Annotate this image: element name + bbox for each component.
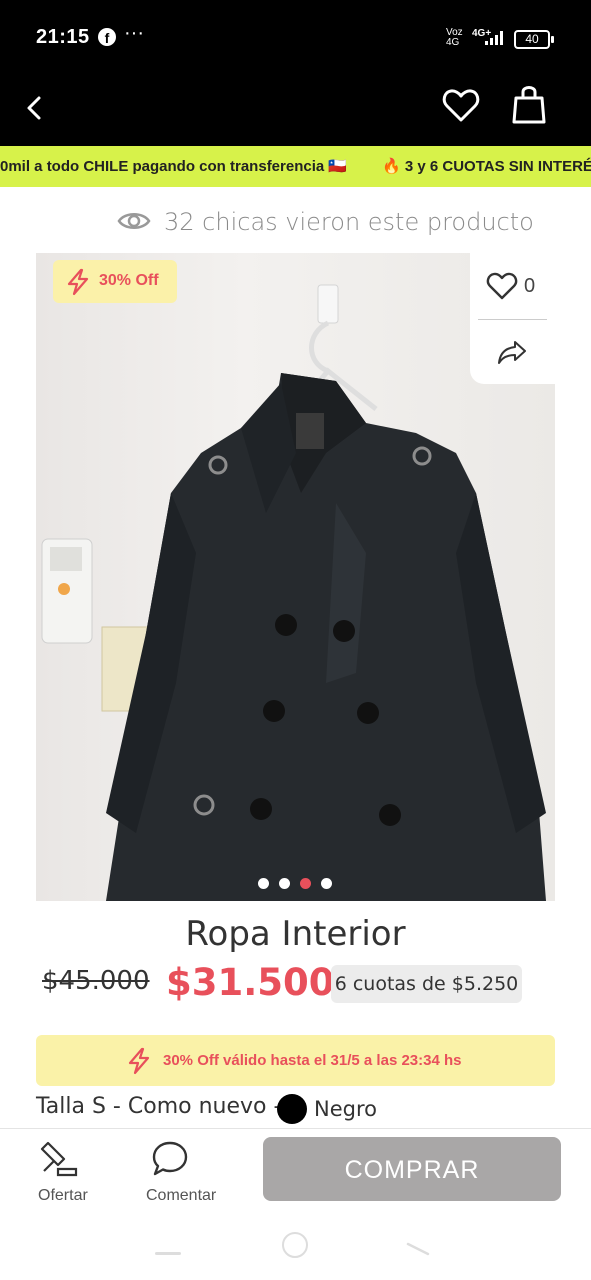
promo-marquee: 0mil a todo CHILE pagando con transferen… (0, 146, 591, 187)
promo-validity-text: 30% Off válido hasta el 31/5 a las 23:34… (163, 1052, 462, 1069)
product-title: Ropa Interior (185, 914, 406, 954)
favorite-heart-icon[interactable] (441, 86, 481, 126)
promo-message-installments: 🔥 3 y 6 CUOTAS SIN INTERÉS (382, 158, 591, 175)
status-bar: 21:15 f ··· Voz 4G 4G+ 40 (0, 0, 591, 72)
discount-badge: 30% Off (53, 260, 177, 303)
top-nav (0, 72, 591, 146)
shopping-bag-icon[interactable] (510, 82, 548, 126)
status-more-dots: ··· (124, 22, 144, 44)
offer-button[interactable]: Ofertar (30, 1137, 100, 1207)
like-heart-icon[interactable] (486, 271, 518, 301)
promo-validity-strip: 30% Off válido hasta el 31/5 a las 23:34… (36, 1035, 555, 1086)
chat-bubble-icon (152, 1141, 188, 1176)
status-time: 21:15 (36, 26, 90, 48)
battery-icon: 40 (514, 30, 554, 49)
carousel-dot-active[interactable] (300, 878, 311, 889)
lightning-icon (128, 1047, 150, 1075)
comment-button[interactable]: Comentar (140, 1137, 224, 1207)
back-arrow-icon[interactable] (22, 90, 48, 126)
gavel-icon (40, 1141, 78, 1177)
like-count: 0 (524, 275, 536, 297)
sale-price: $31.500 (166, 961, 335, 1004)
facebook-icon: f (98, 28, 116, 46)
carousel-dot[interactable] (321, 878, 332, 889)
viewers-row: 32 chicas vieron este producto (0, 203, 591, 243)
carousel-dot[interactable] (279, 878, 290, 889)
discount-badge-text: 30% Off (99, 272, 159, 289)
signal-icon (485, 31, 503, 45)
color-name: Negro (314, 1097, 377, 1121)
comment-label: Comentar (146, 1187, 217, 1204)
installments-badge: 6 cuotas de $5.250 (331, 965, 522, 1003)
eye-icon (117, 213, 151, 229)
viewers-text: 32 chicas vieron este producto (164, 208, 534, 236)
buy-button[interactable]: COMPRAR (263, 1137, 561, 1201)
carousel-dot[interactable] (258, 878, 269, 889)
back-gesture-icon[interactable] (406, 1242, 430, 1256)
like-share-card: 0 (470, 253, 555, 384)
home-button[interactable] (282, 1232, 308, 1258)
share-icon[interactable] (497, 339, 527, 365)
recents-button[interactable] (155, 1252, 181, 1255)
divider (478, 319, 547, 320)
offer-label: Ofertar (38, 1187, 88, 1204)
lightning-icon (67, 268, 89, 296)
promo-message-shipping: 0mil a todo CHILE pagando con transferen… (0, 158, 348, 175)
carousel-indicator (258, 876, 342, 889)
original-price: $45.000 (42, 966, 150, 996)
system-nav-bar (0, 1212, 591, 1280)
product-details: Talla S - Como nuevo - (36, 1094, 282, 1119)
color-swatch (277, 1094, 307, 1124)
network-label: Voz 4G (446, 27, 463, 48)
